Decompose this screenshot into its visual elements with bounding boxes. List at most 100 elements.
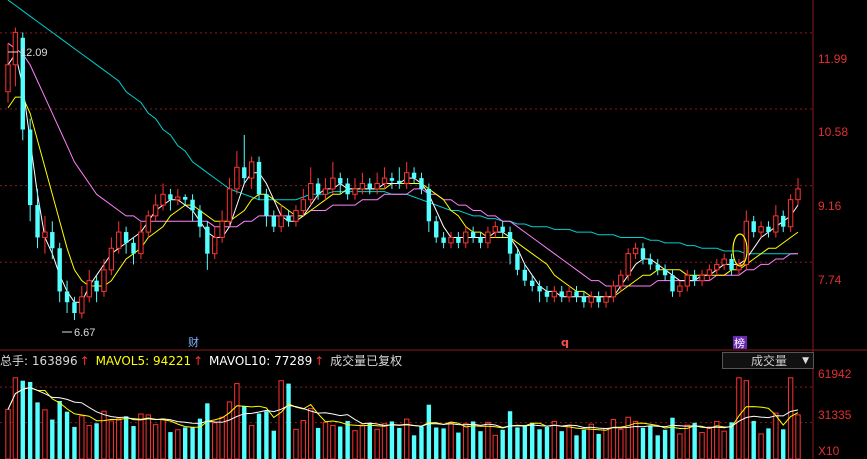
event-marker-bang[interactable]: 榜 bbox=[734, 336, 745, 350]
candle-body-up bbox=[714, 263, 720, 271]
price-tick-label: 7.74 bbox=[818, 273, 842, 287]
price-grid bbox=[0, 32, 813, 263]
volume-bar-up bbox=[145, 414, 151, 459]
volume-bar-down bbox=[183, 427, 188, 459]
indicator-select[interactable]: 成交量 ▼ bbox=[722, 352, 814, 369]
candlesticks bbox=[5, 27, 801, 321]
candle-body-down bbox=[456, 237, 461, 243]
volume-bar-up bbox=[160, 418, 166, 459]
volume-bar-up bbox=[116, 418, 122, 459]
volume-bar-up bbox=[603, 427, 609, 459]
candle-body-up bbox=[42, 231, 48, 238]
candle-body-up bbox=[381, 177, 388, 184]
mavol10-label: MAVOL10: 77289 bbox=[209, 354, 313, 368]
candle-body-up bbox=[5, 64, 11, 93]
candle-body-down bbox=[537, 286, 542, 292]
volume-bar-up bbox=[566, 425, 572, 459]
volume-bar-down bbox=[50, 419, 55, 459]
candle-body-down bbox=[64, 291, 70, 303]
volume-bar-down bbox=[530, 422, 535, 459]
candle-body-up bbox=[448, 236, 454, 244]
price-tick-label: 9.16 bbox=[818, 199, 842, 213]
volume-bar-down bbox=[441, 428, 446, 459]
candle-body-down bbox=[35, 205, 40, 238]
volume-bar-down bbox=[434, 427, 439, 459]
up-arrow-icon: ↑ bbox=[314, 354, 325, 368]
candle-body-up bbox=[300, 199, 307, 211]
volume-bar-down bbox=[419, 426, 424, 459]
candle-body-down bbox=[411, 172, 417, 179]
volume-bar-down bbox=[426, 404, 432, 459]
candle-body-up bbox=[684, 274, 690, 287]
volume-bar-up bbox=[175, 429, 181, 459]
candle-body-up bbox=[248, 161, 255, 179]
candle-body-up bbox=[234, 166, 240, 190]
candle-body-down bbox=[397, 180, 402, 184]
candle-body-down bbox=[470, 232, 476, 238]
volume-bar-up bbox=[684, 424, 690, 459]
candle-body-up bbox=[175, 196, 181, 201]
candle-body-up bbox=[86, 280, 92, 298]
volume-tick-label: 61942 bbox=[818, 367, 852, 381]
adjusted-note: 成交量已复权 bbox=[330, 354, 403, 368]
event-marker-cai[interactable]: 财 bbox=[188, 335, 199, 349]
volume-bar-down bbox=[692, 422, 697, 459]
candle-body-up bbox=[787, 199, 794, 228]
candle-body-down bbox=[729, 259, 734, 270]
low-marker-label: 6.67 bbox=[74, 327, 95, 339]
candle-body-down bbox=[27, 129, 33, 206]
high-marker-label: 12.09 bbox=[20, 47, 48, 59]
candle-body-up bbox=[610, 285, 617, 298]
candle-body-up bbox=[145, 215, 151, 233]
candle-body-down bbox=[197, 210, 203, 227]
candle-body-up bbox=[795, 188, 801, 201]
volume-bar-down bbox=[456, 432, 461, 459]
candle-body-down bbox=[507, 232, 513, 254]
volume-bar-down bbox=[389, 421, 395, 459]
volume-bar-down bbox=[57, 401, 62, 459]
volume-bar-up bbox=[463, 423, 469, 459]
candle-body-down bbox=[434, 221, 439, 238]
volume-bar-up bbox=[108, 420, 115, 459]
volume-bar-up bbox=[492, 434, 498, 459]
event-marker-q[interactable]: q bbox=[561, 336, 569, 349]
candle-body-down bbox=[596, 296, 601, 303]
candle-body-down bbox=[670, 275, 675, 292]
candle-body-up bbox=[485, 231, 491, 244]
volume-bar-down bbox=[596, 433, 601, 459]
volume-bar-down bbox=[574, 435, 579, 459]
volume-bar-down bbox=[168, 432, 173, 459]
candle-body-up bbox=[699, 274, 705, 282]
candle-body-down bbox=[640, 248, 646, 260]
candle-body-down bbox=[345, 183, 350, 195]
volume-bar-up bbox=[743, 380, 750, 459]
moving-average-lines bbox=[7, 0, 799, 303]
candle-body-down bbox=[515, 253, 520, 270]
candle-body-up bbox=[212, 236, 218, 255]
candle-body-down bbox=[426, 188, 432, 222]
candle-body-down bbox=[205, 226, 210, 254]
candle-body-up bbox=[79, 296, 85, 314]
volume-bar-down bbox=[766, 428, 771, 459]
candle-body-up bbox=[219, 220, 225, 238]
volume-unit-label: X10 bbox=[818, 444, 840, 458]
volume-bar-down bbox=[131, 426, 136, 459]
candle-body-up bbox=[226, 188, 233, 222]
candle-body-down bbox=[478, 237, 483, 243]
candle-body-down bbox=[544, 291, 550, 297]
candle-body-down bbox=[581, 296, 587, 303]
volume-bar-up bbox=[219, 416, 225, 459]
candle-body-up bbox=[308, 182, 314, 201]
volume-bar-up bbox=[448, 422, 454, 459]
volume-bar-up bbox=[551, 420, 558, 459]
candle-body-up bbox=[758, 226, 764, 233]
volume-bar-up bbox=[234, 383, 240, 459]
candle-body-up bbox=[160, 193, 166, 206]
candle-body-up bbox=[374, 182, 380, 190]
candle-body-up bbox=[618, 274, 624, 287]
candle-body-down bbox=[338, 178, 343, 184]
candle-body-up bbox=[492, 226, 498, 233]
mavol5-label: MAVOL5: 94221 bbox=[95, 354, 192, 368]
volume-info-bar: 总手: 163896 ↑ MAVOL5: 94221 ↑ MAVOL10: 7728… bbox=[0, 352, 720, 370]
candle-body-down bbox=[662, 269, 668, 276]
